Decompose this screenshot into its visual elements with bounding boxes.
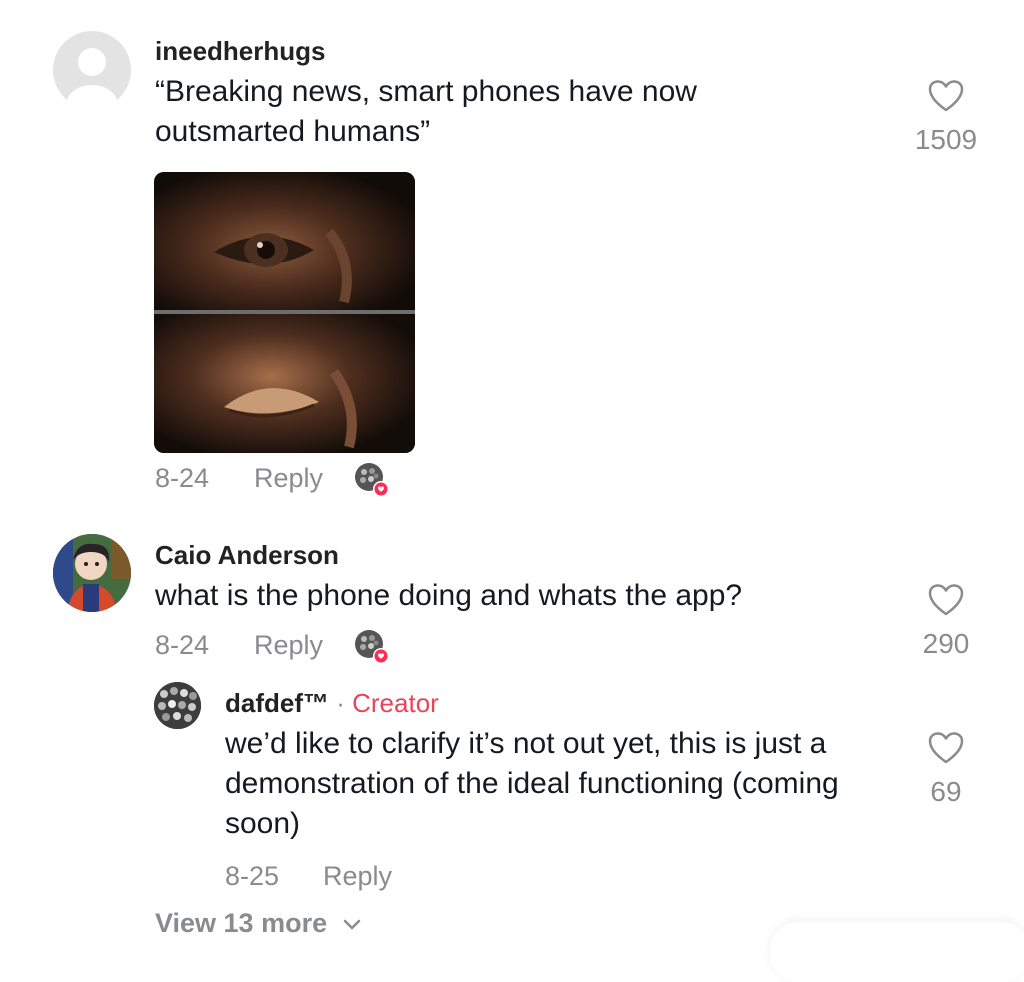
comment-date: 8-24: [155, 463, 210, 493]
creator-liked-icon: [354, 462, 389, 497]
default-user-icon: [66, 48, 118, 109]
avatar[interactable]: [53, 31, 131, 109]
reply-text: we’d like to clarify it’s not out yet, t…: [225, 727, 839, 840]
like-button[interactable]: 290: [901, 584, 991, 660]
profile-photo: [53, 534, 131, 612]
comment-text: “Breaking news, smart phones have now ou…: [155, 75, 697, 148]
creator-avatar-image: [154, 682, 201, 729]
view-more-label: View 13 more: [155, 908, 328, 938]
reply-button[interactable]: Reply: [254, 630, 323, 661]
view-more-replies-button[interactable]: View 13 more: [155, 908, 361, 939]
avatar[interactable]: [154, 682, 201, 729]
comment-username[interactable]: Caio Anderson: [155, 540, 339, 571]
comment-username[interactable]: ineedherhugs: [155, 36, 325, 67]
like-count: 1509: [914, 124, 978, 155]
heart-icon: [928, 584, 964, 616]
heart-icon: [928, 732, 964, 764]
comment-date: 8-24: [155, 630, 210, 660]
meme-illustration: [154, 172, 415, 453]
chevron-down-icon: [343, 919, 360, 930]
reply-button[interactable]: Reply: [254, 463, 323, 494]
creator-liked-icon: [354, 629, 389, 664]
heart-icon: [928, 80, 964, 112]
comment-text: what is the phone doing and whats the ap…: [155, 579, 743, 612]
like-count: 69: [930, 776, 962, 807]
bottom-overlay-card: [770, 922, 1024, 982]
like-button[interactable]: 69: [901, 732, 991, 808]
reply-username-row: dafdef™ · Creator: [225, 688, 439, 719]
reply-username[interactable]: dafdef™: [225, 688, 329, 718]
like-button[interactable]: 1509: [901, 80, 991, 156]
reply-button[interactable]: Reply: [323, 861, 392, 892]
like-count: 290: [922, 628, 970, 659]
avatar[interactable]: [53, 534, 131, 612]
separator: ·: [329, 688, 353, 718]
creator-badge: Creator: [352, 688, 439, 718]
comment-meme-image[interactable]: [154, 172, 415, 453]
reply-date: 8-25: [225, 861, 280, 891]
